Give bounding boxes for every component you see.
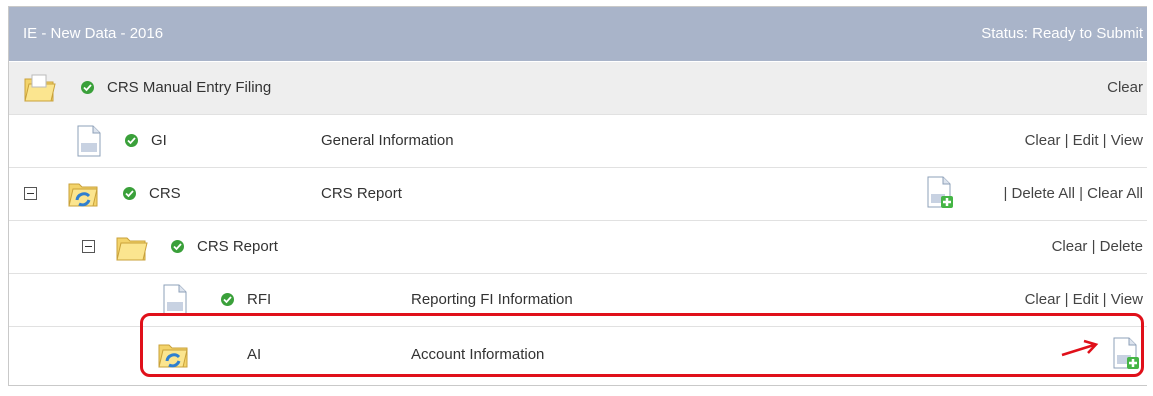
- status-label: Status: Ready to Submit: [981, 25, 1143, 42]
- panel-header: IE - New Data - 2016 Status: Ready to Su…: [9, 7, 1147, 61]
- document-icon: [77, 125, 101, 161]
- check-icon: [81, 81, 94, 94]
- tree-row-crs[interactable]: CRS CRS Report | Delete All | Clear All: [9, 168, 1147, 221]
- row-actions[interactable]: Clear | Edit | View: [1025, 132, 1143, 149]
- row-actions[interactable]: Clear: [1107, 79, 1143, 96]
- row-code: CRS: [149, 185, 181, 202]
- folder-open-icon: [115, 232, 149, 266]
- check-icon: [171, 240, 184, 253]
- row-code: CRS Report: [197, 238, 278, 255]
- row-description: General Information: [321, 132, 454, 149]
- folder-sync-icon: [67, 178, 99, 214]
- row-actions[interactable]: Clear | Edit | View: [1025, 291, 1143, 308]
- collapse-toggle[interactable]: [24, 187, 37, 200]
- row-description: CRS Report: [321, 185, 402, 202]
- row-code: CRS Manual Entry Filing: [107, 79, 272, 96]
- check-icon: [221, 293, 234, 306]
- document-add-icon[interactable]: [927, 176, 955, 214]
- check-icon: [123, 187, 136, 200]
- row-description: Reporting FI Information: [411, 291, 573, 308]
- row-actions[interactable]: | Delete All | Clear All: [1003, 185, 1143, 202]
- tree-row-gi[interactable]: GI General Information Clear | Edit | Vi…: [9, 115, 1147, 168]
- check-icon: [125, 134, 138, 147]
- row-actions[interactable]: Clear | Delete: [1052, 238, 1143, 255]
- collapse-toggle[interactable]: [82, 240, 95, 253]
- folder-open-icon: [23, 73, 57, 107]
- panel-title: IE - New Data - 2016: [23, 25, 164, 42]
- tree-row-crs-report[interactable]: CRS Report Clear | Delete: [9, 221, 1147, 274]
- red-arrow-icon: [1060, 337, 1100, 365]
- tree-row-crs-manual-entry-filing[interactable]: CRS Manual Entry Filing Clear: [9, 62, 1147, 115]
- row-code: GI: [151, 132, 167, 149]
- row-code: RFI: [247, 291, 272, 308]
- highlight-box: [140, 313, 1144, 377]
